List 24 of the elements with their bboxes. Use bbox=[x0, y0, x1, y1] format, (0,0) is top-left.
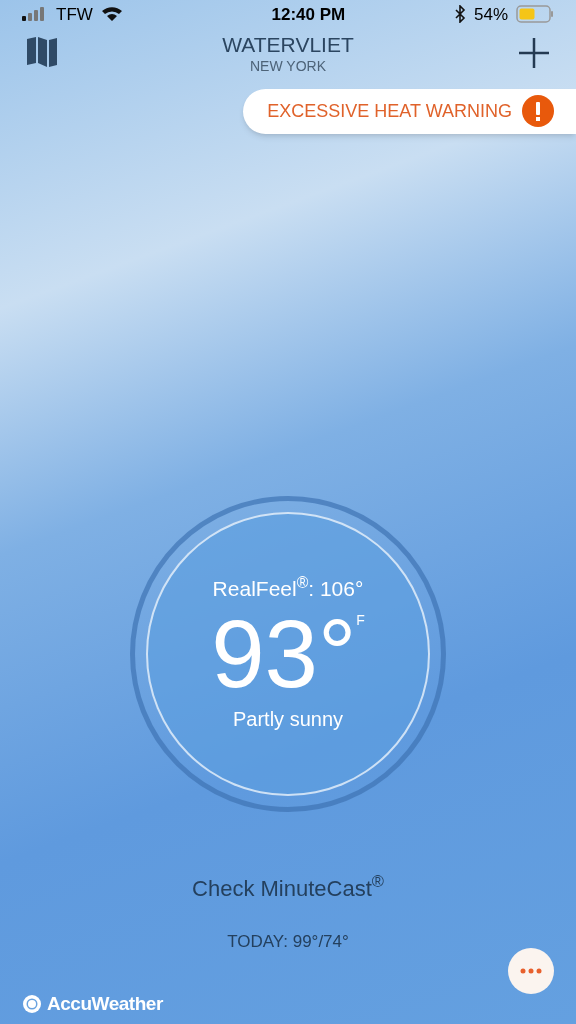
wifi-icon bbox=[100, 6, 123, 23]
clock-time: 12:40 PM bbox=[271, 3, 346, 26]
temperature-unit: F bbox=[356, 611, 365, 631]
sun-logo-icon bbox=[22, 993, 42, 1014]
exclamation-icon bbox=[522, 95, 554, 128]
bluetooth-icon bbox=[453, 5, 466, 24]
battery-percent: 54% bbox=[473, 3, 508, 26]
condition-text: Partly sunny bbox=[232, 707, 344, 733]
more-icon bbox=[520, 968, 542, 974]
region-name: NEW YORK bbox=[250, 56, 326, 75]
realfeel-text: RealFeel$^{®}$: 106° bbox=[212, 572, 364, 602]
minutecast-link[interactable]: Check MinuteCast$^{®}$ bbox=[192, 871, 384, 905]
battery-icon bbox=[516, 5, 554, 24]
add-location-button[interactable] bbox=[518, 36, 550, 69]
brand-logo-text: AccuWeather bbox=[47, 991, 163, 1016]
today-high-low: TODAY: 99°/74° bbox=[227, 930, 349, 953]
map-icon bbox=[26, 36, 58, 67]
map-button[interactable] bbox=[26, 36, 58, 67]
temperature-value: 93° bbox=[211, 604, 357, 705]
carrier-name: TFW bbox=[56, 3, 93, 26]
city-name: WATERVLIET bbox=[222, 32, 354, 57]
more-button[interactable] bbox=[508, 948, 554, 994]
plus-icon bbox=[518, 36, 550, 69]
alert-banner[interactable]: EXCESSIVE HEAT WARNING bbox=[243, 88, 576, 134]
